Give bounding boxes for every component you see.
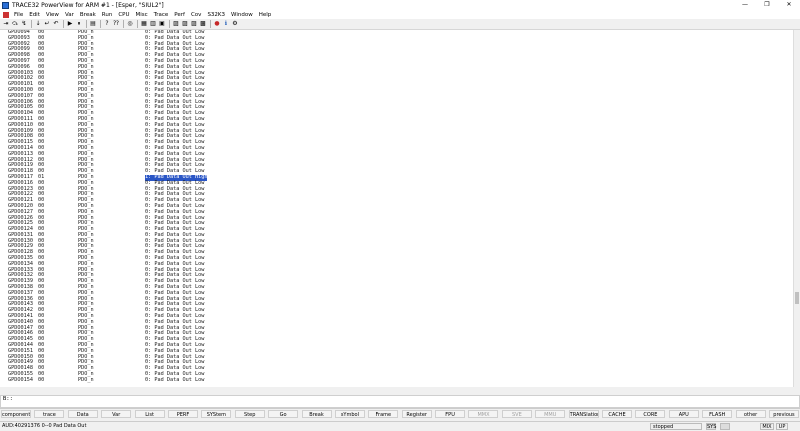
toolbar-separator [169,20,170,28]
toolbar: ⇥ ⤼ ↯ ↓ ↵ ↶ ▶ ⏸ ▤? ⁇ ◎ ▦ ▥ ▣ ▨ ▨ ▨ ▩ ● ℹ ⚙ [0,19,800,30]
minimize-button[interactable]: — [734,0,756,10]
status-address: AUD:40291376 0--0 Pad Data Out [2,423,87,429]
peripheral-view: GPDO094 00 PDO_n 0: Pad Data Out Low GPDO093… [0,30,796,387]
chart-icon[interactable]: ▨ [172,20,180,28]
menu-help[interactable]: Help [259,12,272,18]
maximize-button[interactable]: ❐ [756,0,778,10]
help-icon[interactable]: ? [103,20,111,28]
menu-run[interactable]: Run [102,12,113,18]
toolbar-separator [86,20,87,28]
menu-var[interactable]: Var [65,12,74,18]
divider [0,408,800,409]
menu-edit[interactable]: Edit [29,12,40,18]
system-menu-icon[interactable] [3,11,9,18]
softkey-step[interactable]: Step [234,410,265,418]
register-row[interactable]: GPDO0154 00 PDO_n 0: Pad Data Out Low [0,376,790,384]
close-button[interactable]: ✕ [778,0,800,10]
register-list: GPDO094 00 PDO_n 0: Pad Data Out Low GPDO093… [0,30,790,384]
softkey-sve[interactable]: SVE [501,410,532,418]
chart3-icon[interactable]: ▨ [190,20,198,28]
return-icon[interactable]: ↵ [43,20,51,28]
toolbar-separator [137,20,138,28]
go-icon[interactable]: ▶ [66,20,74,28]
down-icon[interactable]: ↓ [34,20,42,28]
window-title: TRACE32 PowerView for ARM #1 - [Esper, "… [12,1,164,9]
softkey-var[interactable]: Var [101,410,132,418]
register-description[interactable]: 0: Pad Data Out Low [145,377,204,384]
dump-icon[interactable]: ▥ [149,20,157,28]
menu-window[interactable]: Window [231,12,253,18]
app-icon [2,1,9,9]
target-icon[interactable]: ◎ [126,20,134,28]
register-value[interactable]: 00 [38,377,44,384]
title-bar: TRACE32 PowerView for ARM #1 - [Esper, "… [0,0,800,10]
softkey-fpu[interactable]: FPU [435,410,466,418]
softkey-go[interactable]: Go [268,410,299,418]
menu-cov[interactable]: Cov [191,12,201,18]
status-cell-up: UP [776,423,788,430]
command-line[interactable]: B:: [0,395,800,408]
menu-bar: File Edit View Var Break Run CPU Misc Trace Perf C… [0,10,800,19]
status-bar: AUD:40291376 0--0 Pad Data Out stopped S… [0,421,800,430]
softkey-symbol[interactable]: sYmbol [334,410,365,418]
softkey-break[interactable]: Break [301,410,332,418]
softkey-previous[interactable]: previous [768,410,799,418]
scrollbar-thumb[interactable] [795,292,799,304]
menu-file[interactable]: File [14,12,23,18]
softkey-mmx[interactable]: MMX [468,410,499,418]
step-over-icon[interactable]: ⤼ [11,20,19,28]
context-help-icon[interactable]: ⁇ [112,20,120,28]
undo-icon[interactable]: ↶ [52,20,60,28]
chart2-icon[interactable]: ▨ [181,20,189,28]
softkey-system[interactable]: SYStem [201,410,232,418]
softkey-components[interactable]: components [1,410,31,418]
softkey-translation[interactable]: TRANSlation [568,410,599,418]
step-asm-icon[interactable]: ↯ [20,20,28,28]
menu-perf[interactable]: Perf [174,12,185,18]
vertical-scrollbar[interactable] [793,30,800,387]
toolbar-separator [210,20,211,28]
softkey-trace[interactable]: trace [34,410,65,418]
softkey-flash[interactable]: FLASH [702,410,733,418]
status-cell-sys: SYS [706,423,717,430]
info-icon[interactable]: ℹ [222,20,230,28]
view-icon[interactable]: ▤ [89,20,97,28]
toolbar-separator [63,20,64,28]
softkey-register[interactable]: Register [401,410,432,418]
softkey-perf[interactable]: PERF [167,410,198,418]
window-controls: — ❐ ✕ [734,0,800,10]
toolbar-separator [100,20,101,28]
status-cell-mix: MIX [760,423,774,430]
menu-s32k3[interactable]: S32K3 [207,12,225,18]
softkey-mmu[interactable]: MMU [535,410,566,418]
step-into-icon[interactable]: ⇥ [2,20,10,28]
menu-cpu[interactable]: CPU [118,12,129,18]
list-icon[interactable]: ▦ [140,20,148,28]
softkey-cache[interactable]: CACHE [602,410,633,418]
record-icon[interactable]: ● [213,20,221,28]
menu-view[interactable]: View [46,12,59,18]
command-prompt: B:: [3,396,13,402]
menu-trace[interactable]: Trace [154,12,169,18]
menu-misc[interactable]: Misc [136,12,148,18]
status-cell-blank [720,423,730,430]
softkey-list[interactable]: List [134,410,165,418]
register-name: GPDO0154 [8,376,33,383]
status-state: stopped [650,423,702,430]
softkey-bar: components trace Data Var List PERF SYStem Step… [0,410,800,420]
menu-break[interactable]: Break [80,12,96,18]
register-field: PDO_n [78,376,94,383]
softkey-frame[interactable]: Frame [368,410,399,418]
settings-icon[interactable]: ⚙ [231,20,239,28]
toolbar-separator [123,20,124,28]
softkey-other[interactable]: other [735,410,766,418]
register-icon[interactable]: ▣ [158,20,166,28]
softkey-apu[interactable]: APU [668,410,699,418]
softkey-data[interactable]: Data [67,410,98,418]
chart4-icon[interactable]: ▩ [199,20,207,28]
softkey-core[interactable]: CORE [635,410,666,418]
toolbar-separator [31,20,32,28]
break-icon[interactable]: ⏸ [75,20,83,28]
